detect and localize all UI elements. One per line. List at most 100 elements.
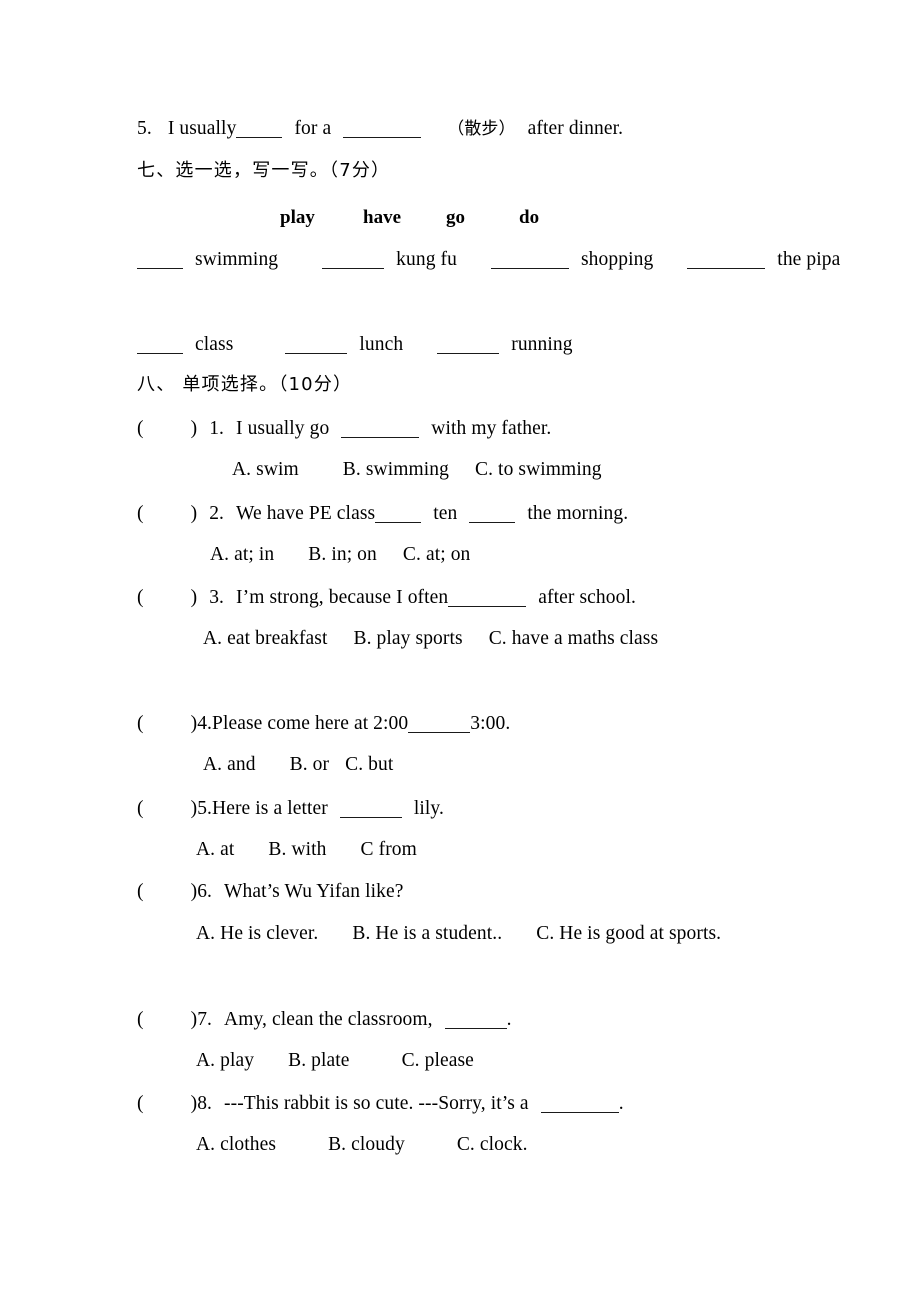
question-2-number: 2. [209,503,225,525]
question-3-answer-box-close[interactable]: ) [191,587,198,608]
question-5-text-after: after dinner. [527,118,624,140]
question-4-blank[interactable] [408,713,471,733]
word-bank-have: have [363,207,401,228]
blank-running[interactable] [437,334,500,354]
blank-swimming[interactable] [137,249,183,269]
question-3-option-a[interactable]: A. eat breakfast [203,629,328,649]
question-1-option-c[interactable]: C. to swimming [475,460,602,480]
word-bank-play: play [280,207,315,228]
question-8-option-b[interactable]: B. cloudy [328,1135,405,1155]
question-3-text-after: after school. [538,587,636,609]
question-3-text-before: I’m strong, because I often [236,587,449,609]
question-1-option-a[interactable]: A. swim [232,460,299,480]
question-2-answer-box-close[interactable]: ) [191,503,198,524]
question-1-answer-box-close[interactable]: ) [191,418,198,439]
question-2-text-after: the morning. [527,503,629,525]
question-5-fill-in: 5. I usually for a （散步） after dinner. [137,118,623,139]
question-4-text-before: Please come here at 2:00 [212,713,409,735]
question-6-options: A. He is clever. B. He is a student.. C. H… [196,924,721,944]
question-5-text-between: for a [294,118,332,140]
question-2-text-mid: ten [433,503,458,525]
question-5-mc-text-after: lily. [413,798,444,820]
question-5-answer-box-open[interactable]: ( [137,799,144,819]
question-5-chinese-hint: （散步） [447,119,516,140]
label-shopping: shopping [580,249,654,271]
question-8-answer-box-open[interactable]: ( [137,1094,144,1114]
question-4-text-after: 3:00. [470,713,511,735]
question-6-text: What’s Wu Yifan like? [224,881,404,902]
question-4-option-a[interactable]: A. and [203,755,256,775]
question-5-options: A. at B. with C from [196,840,417,860]
question-4-option-c[interactable]: C. but [345,755,393,775]
question-4-number: 4. [197,713,213,735]
word-bank-go: go [446,207,465,228]
question-2-blank-2[interactable] [469,503,516,523]
label-running: running [511,334,573,356]
question-7-options: A. play B. plate C. please [196,1051,474,1071]
question-3-option-b[interactable]: B. play sports [354,629,463,649]
blank-shopping[interactable] [490,249,569,269]
blank-the-pipa[interactable] [687,249,766,269]
question-5-mc-text-before: Here is a letter [212,798,328,820]
question-1-text-after: with my father. [431,418,552,440]
question-1-stem: () 1. I usually go with my father. [137,418,551,439]
blank-kung-fu[interactable] [322,249,385,269]
question-8-stem: ()8. ---This rabbit is so cute. ---Sorry,… [137,1093,624,1114]
question-8-text-before: ---This rabbit is so cute. ---Sorry, it’… [224,1093,529,1115]
question-7-option-c[interactable]: C. please [402,1051,474,1071]
label-kung-fu: kung fu [396,249,457,271]
question-1-text-before: I usually go [236,418,330,440]
question-8-option-a[interactable]: A. clothes [196,1135,276,1155]
question-5-blank-2[interactable] [343,118,422,138]
question-3-stem: () 3. I’m strong, because I often after sch… [137,587,636,608]
question-4-option-b[interactable]: B. or [290,755,330,775]
section-eight-heading: 八、 单项选择。（10分） [137,374,353,395]
question-1-answer-box-open[interactable]: ( [137,419,144,439]
question-5-option-c[interactable]: C from [361,840,417,860]
question-6-stem: ()6. What’s Wu Yifan like? [137,882,404,902]
worksheet-page: 5. I usually for a （散步） after dinner. 七、选一选，… [0,0,920,1302]
section-seven-row-1: swimming kung fu shopping the pipa [137,249,840,270]
question-5-mc-blank[interactable] [339,798,402,818]
blank-class[interactable] [137,334,183,354]
question-5-blank-1[interactable] [236,118,283,138]
question-4-options: A. and B. or C. but [203,755,393,775]
blank-lunch[interactable] [285,334,348,354]
question-3-answer-box-open[interactable]: ( [137,588,144,608]
question-1-options: A. swim B. swimming C. to swimming [232,460,602,480]
question-6-answer-box-open[interactable]: ( [137,882,144,902]
question-6-option-c[interactable]: C. He is good at sports. [536,924,721,944]
question-6-option-a[interactable]: A. He is clever. [196,924,318,944]
question-3-option-c[interactable]: C. have a maths class [489,629,658,649]
question-5-option-b[interactable]: B. with [268,840,326,860]
label-class: class [195,334,234,356]
question-8-options: A. clothes B. cloudy C. clock. [196,1135,528,1155]
question-8-blank[interactable] [540,1093,619,1113]
question-5-option-a[interactable]: A. at [196,840,234,860]
question-6-number: 6. [197,881,213,902]
question-5-mc-number: 5. [197,798,213,820]
question-7-option-b[interactable]: B. plate [288,1051,349,1071]
question-7-answer-box-open[interactable]: ( [137,1010,144,1030]
question-4-answer-box-open[interactable]: ( [137,714,144,734]
question-7-stem: ()7. Amy, clean the classroom,. [137,1009,512,1030]
question-5-number: 5. [137,118,152,140]
question-2-option-a[interactable]: A. at; in [210,545,274,565]
label-swimming: swimming [195,249,279,271]
question-2-answer-box-open[interactable]: ( [137,504,144,524]
question-1-blank[interactable] [341,418,420,438]
question-2-option-b[interactable]: B. in; on [308,545,377,565]
word-bank-do: do [519,207,540,228]
question-7-number: 7. [197,1009,213,1031]
question-7-blank[interactable] [444,1009,507,1029]
question-3-blank[interactable] [448,587,527,607]
label-lunch: lunch [359,334,404,356]
question-2-option-c[interactable]: C. at; on [403,545,471,565]
question-8-option-c[interactable]: C. clock. [457,1135,528,1155]
question-2-blank-1[interactable] [375,503,422,523]
section-seven-row-2: class lunch running [137,334,573,355]
question-2-text-before: We have PE class [236,503,376,525]
question-1-option-b[interactable]: B. swimming [343,460,449,480]
question-6-option-b[interactable]: B. He is a student.. [352,924,502,944]
question-7-option-a[interactable]: A. play [196,1051,254,1071]
